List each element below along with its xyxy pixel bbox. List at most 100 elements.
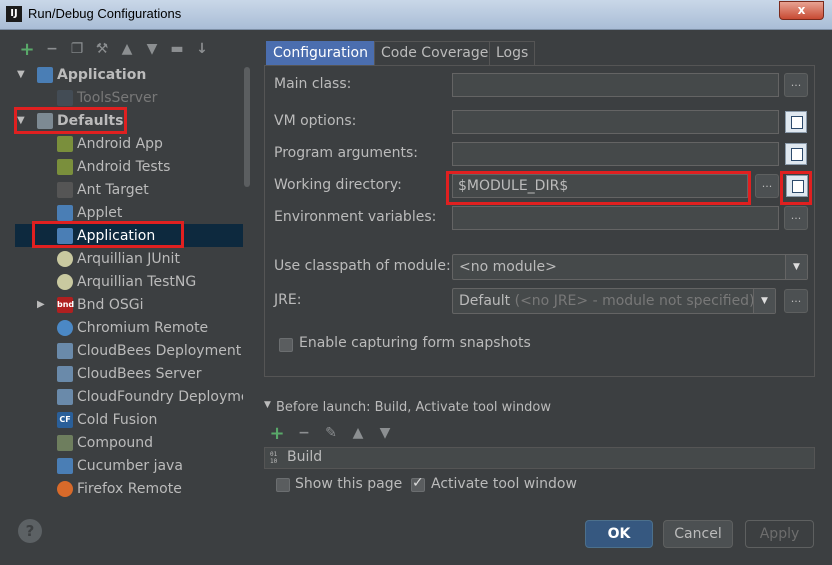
tree-item-compound[interactable]: Compound — [15, 431, 251, 454]
scrollbar-thumb[interactable] — [244, 67, 250, 187]
jre-value: Default — [459, 293, 511, 309]
window-title: Run/Debug Configurations — [28, 6, 182, 21]
move-up-icon[interactable]: ▲ — [349, 424, 367, 442]
copy-icon[interactable]: ❐ — [68, 40, 86, 58]
jre-label: JRE: — [274, 292, 302, 308]
working-directory-label: Working directory: — [274, 177, 402, 193]
tree-item-label: Bnd OSGi — [77, 296, 144, 313]
folder-icon[interactable]: ▬ — [168, 40, 186, 58]
tree-item-label: Cold Fusion — [77, 411, 158, 428]
tree-item-applet[interactable]: Applet — [15, 201, 251, 224]
intellij-icon: IJ — [6, 6, 22, 22]
collapse-arrow-icon[interactable]: ▼ — [264, 400, 271, 410]
tab-logs[interactable]: Logs — [489, 41, 536, 65]
config-tree[interactable]: ▼ Application ToolsServer ▼ Defaults And… — [15, 63, 251, 497]
arquillian-icon — [57, 273, 73, 290]
tree-item-cucumber-java[interactable]: Cucumber java — [15, 454, 251, 477]
working-directory-field[interactable]: $MODULE_DIR$ — [452, 174, 748, 198]
tree-item-label: Defaults — [57, 112, 124, 129]
tree-item-cloudbees-server[interactable]: CloudBees Server — [15, 362, 251, 385]
move-down-icon[interactable]: ▼ — [376, 424, 394, 442]
apply-button[interactable]: Apply — [745, 520, 814, 548]
environment-variables-field[interactable] — [452, 206, 779, 230]
jre-subtitle: (<no JRE> - module not specified) — [514, 293, 755, 309]
environment-variables-label: Environment variables: — [274, 209, 437, 225]
working-directory-browse-button[interactable]: ... — [755, 174, 779, 198]
tree-item-arquillian-junit[interactable]: Arquillian JUnit — [15, 247, 251, 270]
environment-variables-browse-button[interactable]: ... — [784, 206, 808, 230]
tree-item-label: Cucumber java — [77, 457, 183, 474]
bnd-icon: bnd — [57, 296, 74, 313]
title-bar: IJ Run/Debug Configurations x — [0, 0, 832, 30]
remove-icon[interactable]: − — [295, 424, 313, 442]
expand-arrow-icon[interactable]: ▼ — [17, 69, 29, 80]
expand-arrow-icon[interactable]: ▶ — [37, 299, 49, 310]
show-this-page-checkbox[interactable] — [276, 478, 290, 492]
expand-arrow-icon[interactable]: ▼ — [17, 115, 29, 126]
close-button[interactable]: x — [779, 1, 824, 20]
ok-button[interactable]: OK — [585, 520, 653, 548]
tree-item-label: Android Tests — [77, 158, 171, 175]
tab-code-coverage[interactable]: Code Coverage — [374, 41, 496, 65]
activate-tool-window-label: Activate tool window — [431, 476, 577, 492]
wrench-icon — [37, 112, 53, 129]
program-arguments-expand-icon[interactable] — [785, 143, 807, 165]
build-label: Build — [287, 449, 323, 465]
tree-item-label: Ant Target — [77, 181, 149, 198]
before-launch-build-row[interactable]: 01 10 Build — [264, 447, 815, 469]
working-directory-macro-icon[interactable] — [786, 175, 808, 197]
tree-item-default-application[interactable]: Application — [15, 224, 251, 247]
tree-item-cloudfoundry[interactable]: CloudFoundry Deploymen — [15, 385, 251, 408]
jre-browse-button[interactable]: ... — [784, 289, 808, 313]
tree-item-cloudbees-deployment[interactable]: CloudBees Deployment — [15, 339, 251, 362]
tree-item-defaults[interactable]: ▼ Defaults — [15, 109, 251, 132]
vm-options-expand-icon[interactable] — [785, 111, 807, 133]
tree-item-application[interactable]: ▼ Application — [15, 63, 251, 86]
tree-item-label: Application — [77, 227, 156, 244]
classpath-module-label: Use classpath of module: — [274, 258, 451, 274]
snapshots-checkbox[interactable] — [279, 338, 293, 352]
application-icon — [57, 89, 73, 106]
tree-item-android-app[interactable]: Android App — [15, 132, 251, 155]
program-arguments-field[interactable] — [452, 142, 779, 166]
edit-defaults-icon[interactable]: ⚒ — [93, 40, 111, 58]
add-icon[interactable]: + — [18, 39, 36, 60]
move-down-icon[interactable]: ▼ — [143, 40, 161, 58]
main-class-label: Main class: — [274, 76, 352, 92]
show-this-page-label: Show this page — [295, 476, 403, 492]
tree-item-firefox-remote[interactable]: Firefox Remote — [15, 477, 251, 497]
classpath-module-select[interactable]: <no module> ▼ — [452, 254, 808, 280]
tree-item-arquillian-testng[interactable]: Arquillian TestNG — [15, 270, 251, 293]
main-class-field[interactable] — [452, 73, 779, 97]
chevron-down-icon[interactable]: ▼ — [753, 289, 775, 313]
sort-icon[interactable]: ↓ — [193, 40, 211, 58]
build-icon: 01 10 — [270, 451, 278, 465]
chevron-down-icon[interactable]: ▼ — [785, 255, 807, 279]
tree-item-label: Arquillian TestNG — [77, 273, 197, 290]
activate-tool-window-checkbox[interactable] — [411, 475, 425, 492]
add-icon[interactable]: + — [268, 423, 286, 444]
tree-item-bnd-osgi[interactable]: ▶ bnd Bnd OSGi — [15, 293, 251, 316]
edit-icon[interactable]: ✎ — [322, 424, 340, 442]
tree-scrollbar[interactable] — [243, 63, 251, 497]
tree-item-android-tests[interactable]: Android Tests — [15, 155, 251, 178]
tree-item-label: CloudBees Server — [77, 365, 202, 382]
move-up-icon[interactable]: ▲ — [118, 40, 136, 58]
firefox-icon — [57, 480, 73, 497]
help-button[interactable]: ? — [18, 519, 42, 543]
tree-item-chromium-remote[interactable]: Chromium Remote — [15, 316, 251, 339]
program-arguments-label: Program arguments: — [274, 145, 418, 161]
tree-item-cold-fusion[interactable]: CF Cold Fusion — [15, 408, 251, 431]
vm-options-field[interactable] — [452, 110, 779, 134]
cloud-icon — [57, 365, 73, 382]
tree-item-toolsserver[interactable]: ToolsServer — [15, 86, 251, 109]
tree-item-ant-target[interactable]: Ant Target — [15, 178, 251, 201]
cancel-button[interactable]: Cancel — [663, 520, 733, 548]
remove-icon[interactable]: − — [43, 40, 61, 58]
tree-item-label: Firefox Remote — [77, 480, 182, 497]
tree-item-label: ToolsServer — [77, 89, 158, 106]
jre-select[interactable]: Default (<no JRE> - module not specified… — [452, 288, 776, 314]
main-class-browse-button[interactable]: ... — [784, 73, 808, 97]
tab-configuration[interactable]: Configuration — [266, 41, 375, 65]
tree-item-label: Chromium Remote — [77, 319, 209, 336]
